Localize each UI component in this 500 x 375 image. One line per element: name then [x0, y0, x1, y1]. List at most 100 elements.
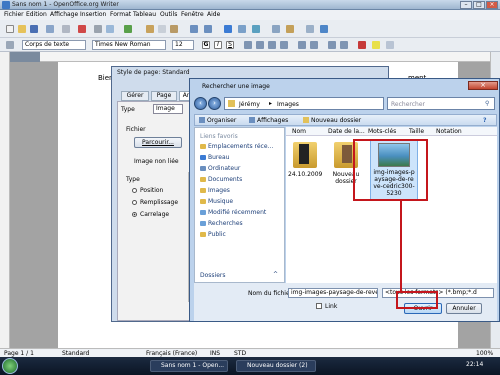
bold-icon[interactable]: G	[202, 41, 210, 49]
numbering-icon[interactable]	[298, 41, 306, 49]
background-color-icon[interactable]	[386, 41, 394, 49]
folder-icon	[228, 100, 235, 107]
menu-aide[interactable]: Aide	[207, 11, 220, 18]
address-bar[interactable]: Jérémy ▸ Images	[224, 97, 384, 110]
font-size-combo[interactable]: 12	[172, 40, 194, 50]
fav-bureau[interactable]: Bureau	[200, 154, 229, 161]
open-icon[interactable]	[18, 25, 26, 33]
organize-button[interactable]: Organiser	[207, 117, 236, 124]
preview-icon[interactable]	[106, 25, 114, 33]
font-color-icon[interactable]	[358, 41, 366, 49]
maximize-button[interactable]: □	[473, 1, 485, 9]
col-nom[interactable]: Nom	[292, 128, 306, 135]
forward-button[interactable]: ›	[208, 97, 221, 110]
styles-icon[interactable]	[6, 41, 14, 49]
start-button[interactable]	[2, 358, 18, 374]
redo-icon[interactable]	[204, 25, 212, 33]
windows-taskbar: Sans nom 1 - Open... Nouveau dossier (2)…	[0, 357, 500, 375]
minimize-button[interactable]: –	[460, 1, 472, 9]
underline-icon[interactable]: S	[226, 41, 234, 49]
indent-more-icon[interactable]	[340, 41, 348, 49]
page-style-dialog-title: Style de page: Standard	[117, 69, 190, 76]
tab-gerer[interactable]: Gérer	[121, 91, 149, 101]
new-folder-button[interactable]: Nouveau dossier	[311, 117, 361, 124]
paragraph-style-combo[interactable]: Corps de texte	[22, 40, 86, 50]
align-right-icon[interactable]	[268, 41, 276, 49]
cut-icon[interactable]	[146, 25, 154, 33]
carrelage-radio[interactable]	[132, 212, 137, 217]
dialog-close-button[interactable]: ×	[468, 81, 498, 90]
views-button[interactable]: Affichages	[257, 117, 288, 124]
menu-edition[interactable]: Edition	[26, 11, 47, 18]
table-icon[interactable]	[238, 25, 246, 33]
folder-item[interactable]: 24.10.2009	[288, 142, 322, 178]
navigator-icon[interactable]	[272, 25, 280, 33]
taskbar-writer[interactable]: Sans nom 1 - Open...	[150, 360, 228, 372]
browse-button[interactable]: Parcourir...	[134, 137, 182, 148]
fav-images[interactable]: Images	[200, 187, 230, 194]
cancel-button[interactable]: Annuler	[446, 303, 482, 314]
search-input[interactable]: Rechercher ⚲	[387, 97, 495, 110]
help-icon[interactable]	[320, 25, 328, 33]
public-icon	[200, 232, 206, 237]
help-icon[interactable]: ?	[483, 117, 486, 124]
gallery-icon[interactable]	[286, 25, 294, 33]
recent-icon	[200, 144, 206, 149]
link-checkbox[interactable]	[316, 303, 322, 309]
fav-public[interactable]: Public	[200, 231, 226, 238]
menu-outils[interactable]: Outils	[160, 11, 177, 18]
taskbar-folder[interactable]: Nouveau dossier (2)	[236, 360, 316, 372]
position-radio[interactable]	[132, 188, 137, 193]
fav-documents[interactable]: Documents	[200, 176, 242, 183]
col-size[interactable]: Taille	[409, 128, 424, 135]
menu-format[interactable]: Format	[110, 11, 131, 18]
fav-ordinateur[interactable]: Ordinateur	[200, 165, 240, 172]
save-icon[interactable]	[30, 25, 38, 33]
pdf-icon[interactable]	[78, 25, 86, 33]
filename-input[interactable]: img-images-paysage-de-reve-cedric300-5	[288, 288, 378, 298]
fav-recherches[interactable]: Recherches	[200, 220, 243, 227]
zoom-icon[interactable]	[306, 25, 314, 33]
indent-less-icon[interactable]	[328, 41, 336, 49]
col-rating[interactable]: Notation	[436, 128, 462, 135]
copy-icon[interactable]	[158, 25, 166, 33]
menu-tableau[interactable]: Tableau	[133, 11, 156, 18]
new-doc-icon[interactable]	[6, 25, 14, 33]
bullets-icon[interactable]	[310, 41, 318, 49]
tab-page[interactable]: Page	[151, 91, 177, 101]
col-keywords[interactable]: Mots-clés	[368, 128, 396, 135]
chevron-up-icon[interactable]: ^	[273, 271, 278, 278]
fav-recent[interactable]: Emplacements réce...	[200, 143, 273, 150]
col-date[interactable]: Date de la...	[328, 128, 365, 135]
menu-insertion[interactable]: Insertion	[80, 11, 106, 18]
menu-fichier[interactable]: Fichier	[4, 11, 24, 18]
spellcheck-icon[interactable]	[124, 25, 132, 33]
align-center-icon[interactable]	[256, 41, 264, 49]
italic-icon[interactable]: I	[214, 41, 222, 49]
fav-modified[interactable]: Modifié récemment	[200, 209, 266, 216]
fav-images-label: Images	[208, 187, 230, 194]
remplissage-radio[interactable]	[132, 200, 137, 205]
menu-affichage[interactable]: Affichage	[50, 11, 78, 18]
email-icon[interactable]	[46, 25, 54, 33]
paste-icon[interactable]	[170, 25, 178, 33]
justify-icon[interactable]	[280, 41, 288, 49]
highlight-box-image	[353, 139, 428, 201]
align-left-icon[interactable]	[244, 41, 252, 49]
font-name-combo[interactable]: Times New Roman	[92, 40, 166, 50]
fav-musique[interactable]: Musique	[200, 198, 233, 205]
back-button[interactable]: ‹	[194, 97, 207, 110]
highlight-icon[interactable]	[372, 41, 380, 49]
breadcrumb-images[interactable]: Images	[277, 101, 299, 108]
type-select[interactable]: Image	[153, 104, 183, 114]
folders-toggle[interactable]: Dossiers	[200, 272, 226, 279]
show-draw-icon[interactable]	[252, 25, 260, 33]
undo-icon[interactable]	[190, 25, 198, 33]
hyperlink-icon[interactable]	[224, 25, 232, 33]
edit-icon[interactable]	[62, 25, 70, 33]
search-icon[interactable]: ⚲	[485, 100, 489, 107]
menu-fenetre[interactable]: Fenêtre	[181, 11, 204, 18]
close-button[interactable]: ×	[486, 1, 498, 9]
print-icon[interactable]	[94, 25, 102, 33]
breadcrumb-jeremy[interactable]: Jérémy	[239, 101, 260, 108]
